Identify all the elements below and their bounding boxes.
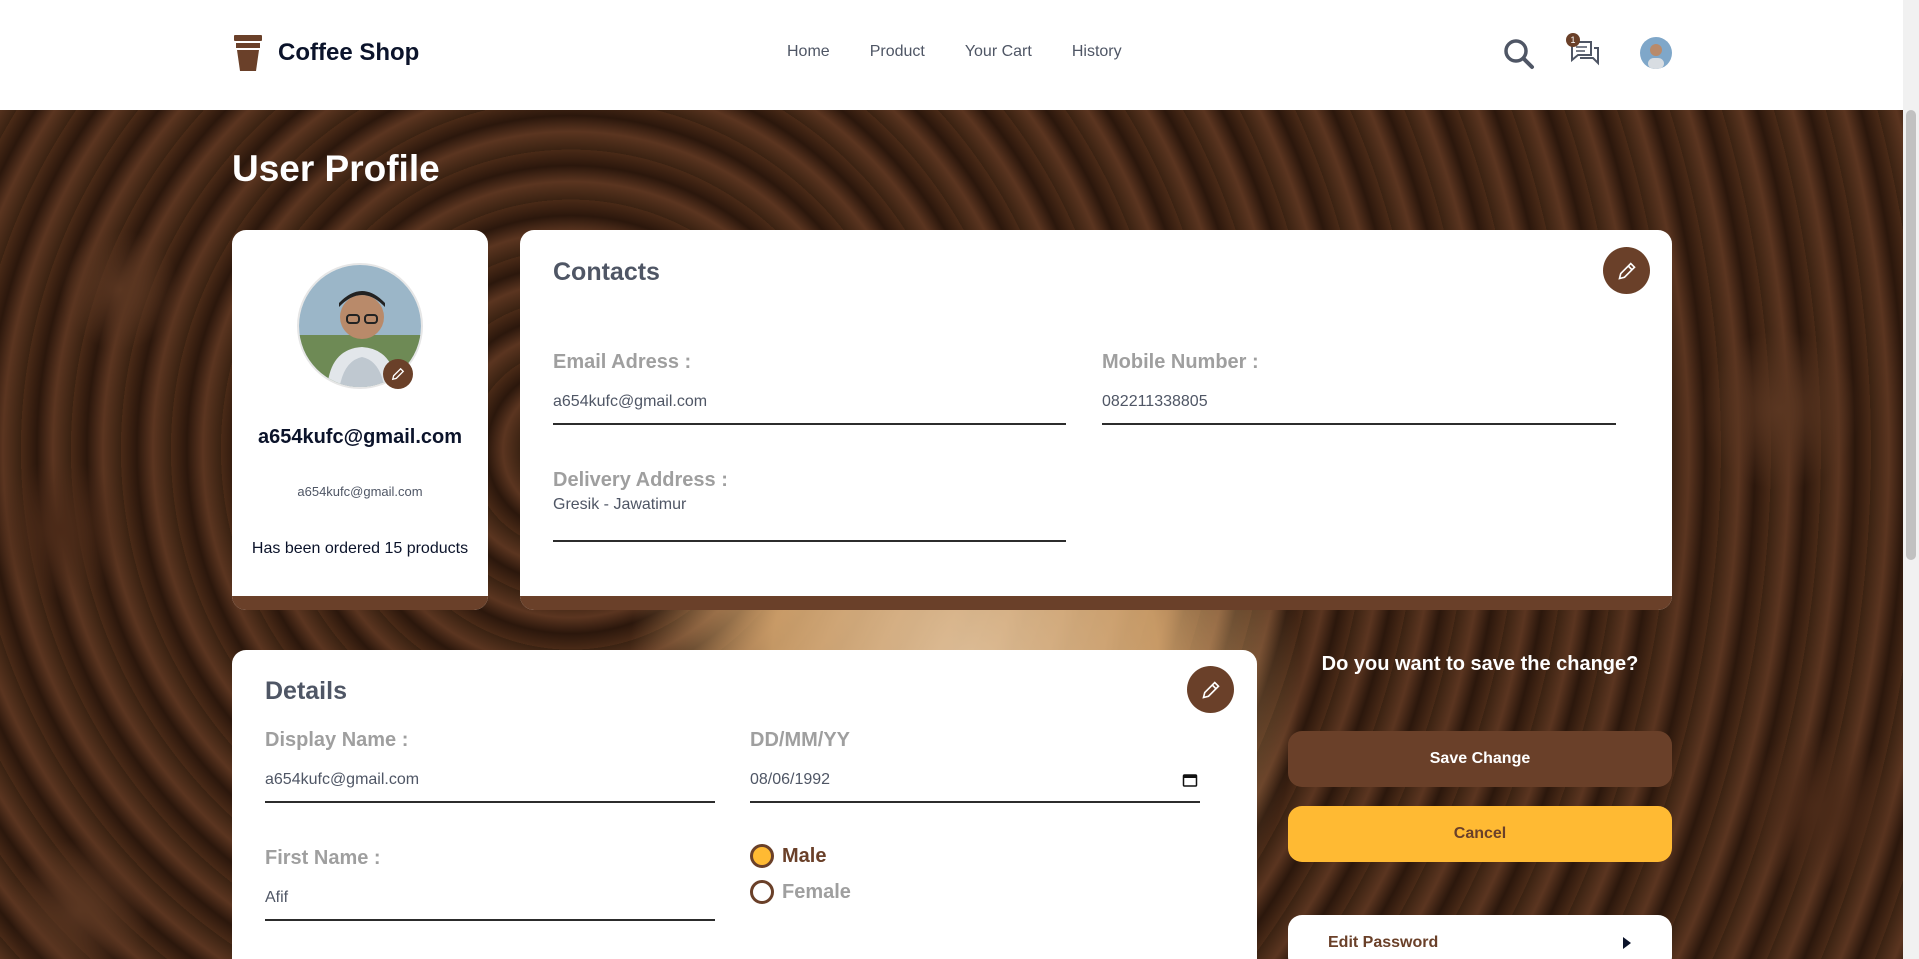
scrollbar[interactable] (1903, 0, 1919, 959)
dob-field[interactable]: 08/06/1992 (750, 771, 1200, 803)
address-label: Delivery Address : (553, 469, 728, 491)
edit-contacts-button[interactable] (1603, 247, 1650, 294)
profile-card: a654kufc@gmail.com a654kufc@gmail.com Ha… (232, 230, 488, 610)
avatar[interactable] (1640, 37, 1672, 69)
nav-product[interactable]: Product (870, 43, 925, 61)
contacts-title: Contacts (553, 258, 660, 286)
coffee-cup-icon (232, 33, 264, 73)
edit-password-button[interactable]: Edit Password (1288, 915, 1672, 959)
mobile-label: Mobile Number : (1102, 351, 1259, 373)
details-card: Details Display Name : a654kufc@gmail.co… (232, 650, 1257, 959)
display-name-label: Display Name : (265, 729, 409, 751)
scrollbar-thumb[interactable] (1906, 110, 1916, 560)
edit-avatar-button[interactable] (383, 359, 413, 389)
gender-female-radio[interactable]: Female (750, 880, 851, 904)
save-change-button[interactable]: Save Change (1288, 731, 1672, 787)
search-icon[interactable] (1503, 38, 1535, 70)
chat-icon[interactable]: 1 (1566, 33, 1601, 70)
main-nav: Home Product Your Cart History (787, 43, 1122, 61)
radio-selected-icon (750, 844, 774, 868)
nav-your-cart[interactable]: Your Cart (965, 43, 1032, 61)
nav-history[interactable]: History (1072, 43, 1122, 61)
mobile-field[interactable]: 082211338805 (1102, 393, 1616, 425)
brand[interactable]: Coffee Shop (232, 33, 419, 73)
cancel-button[interactable]: Cancel (1288, 806, 1672, 862)
caret-right-icon (1623, 937, 1631, 949)
dob-value: 08/06/1992 (750, 771, 831, 788)
address-field[interactable]: Gresik - Jawatimur (553, 496, 1066, 542)
card-bottom-bar (232, 596, 488, 610)
pencil-icon (1617, 261, 1636, 280)
radio-unselected-icon (750, 880, 774, 904)
profile-name: a654kufc@gmail.com (257, 426, 463, 448)
gender-female-label: Female (782, 880, 851, 903)
first-name-field[interactable]: Afif (265, 889, 715, 921)
edit-password-label: Edit Password (1328, 934, 1439, 951)
profile-email: a654kufc@gmail.com (297, 484, 423, 499)
profile-order-count: Has been ordered 15 products (251, 540, 469, 557)
contacts-card: Contacts Email Adress : a654kufc@gmail.c… (520, 230, 1672, 610)
email-label: Email Adress : (553, 351, 692, 373)
page-title: User Profile (232, 148, 440, 189)
dob-label: DD/MM/YY (750, 729, 850, 751)
gender-male-label: Male (782, 844, 827, 867)
first-name-label: First Name : (265, 847, 381, 869)
top-header: Coffee Shop Home Product Your Cart Histo… (0, 0, 1903, 110)
email-field[interactable]: a654kufc@gmail.com (553, 393, 1066, 425)
display-name-field[interactable]: a654kufc@gmail.com (265, 771, 715, 803)
gender-male-radio[interactable]: Male (750, 844, 826, 868)
edit-details-button[interactable] (1187, 666, 1234, 713)
details-title: Details (265, 677, 347, 705)
brand-name: Coffee Shop (278, 39, 420, 66)
chat-badge: 1 (1566, 33, 1580, 47)
pencil-icon (1201, 680, 1220, 699)
save-question: Do you want to save the change? (1321, 653, 1639, 675)
calendar-icon (1182, 774, 1198, 787)
card-bottom-bar (520, 596, 1672, 610)
nav-home[interactable]: Home (787, 43, 830, 61)
pencil-icon (391, 367, 405, 381)
